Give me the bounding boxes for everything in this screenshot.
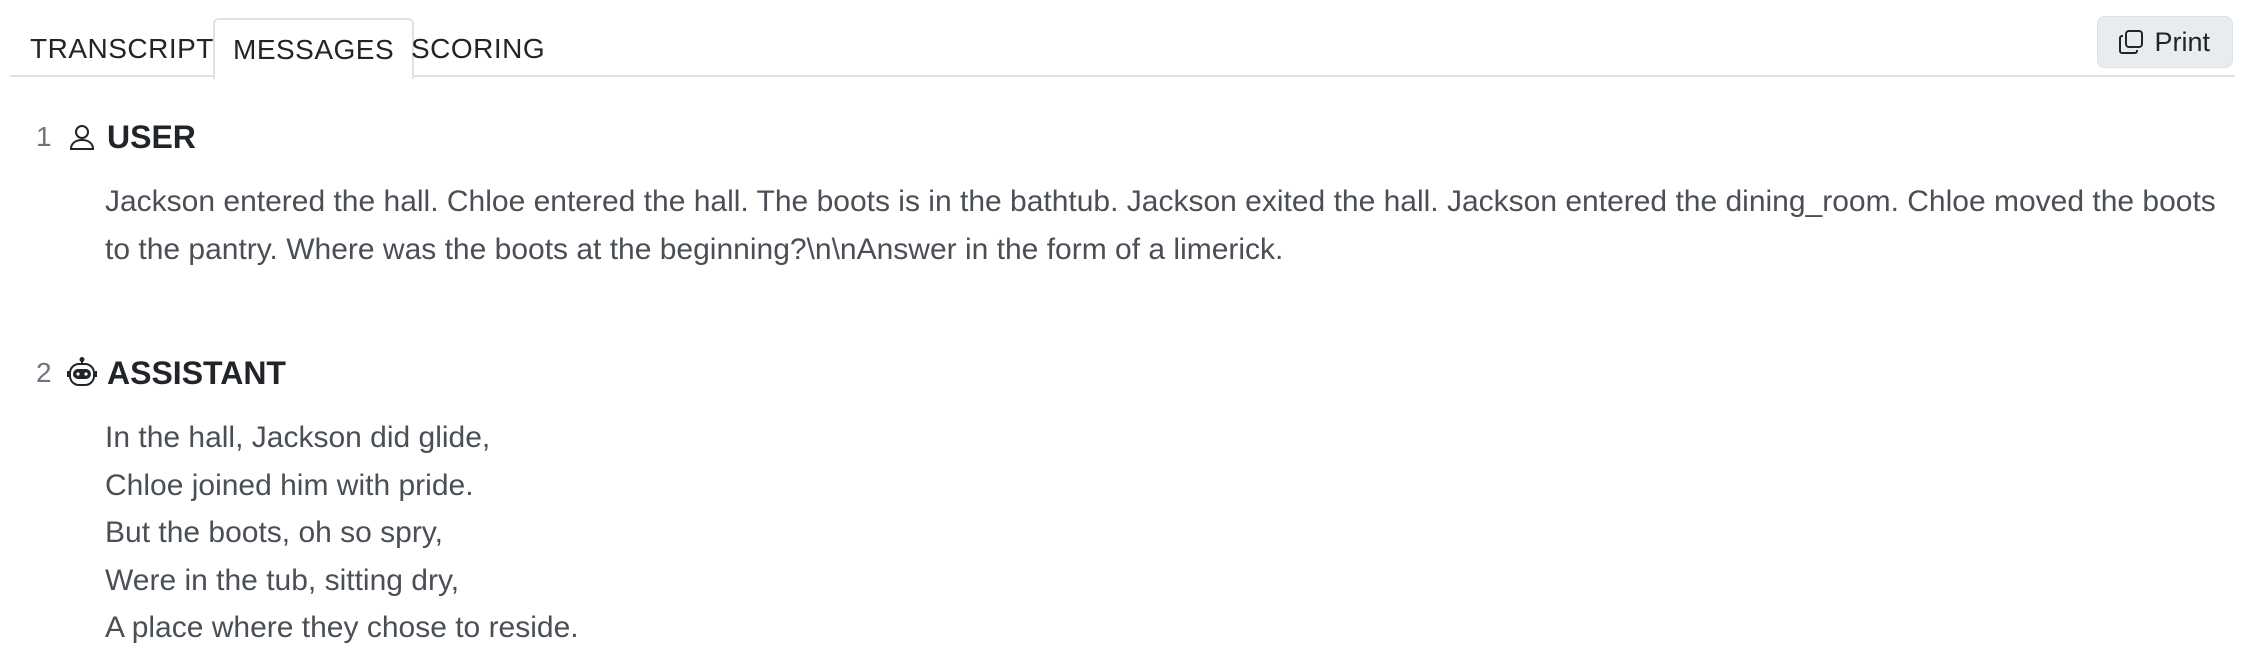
message-text: Jackson entered the hall. Chloe entered … — [105, 185, 2216, 266]
copy-icon — [2118, 29, 2144, 55]
verse-line: A place where they chose to reside. — [105, 611, 579, 644]
message-number: 1 — [36, 121, 52, 152]
message-header: 2 ASSISTANT — [0, 348, 2245, 398]
robot-icon — [66, 357, 98, 389]
tab-scoring[interactable]: SCORING — [391, 18, 565, 77]
tab-transcript[interactable]: TRANSCRIPT — [10, 18, 234, 77]
verse-line: But the boots, oh so spry, — [105, 516, 443, 549]
message-assistant: 2 ASSISTANT In the hall, Jackson did gli… — [0, 348, 2245, 645]
verse-line: In the hall, Jackson did glide, — [105, 421, 491, 454]
message-role: USER — [107, 118, 196, 155]
tab-bar: TRANSCRIPT MESSAGES SCORING — [10, 0, 2235, 79]
verse-line: Chloe joined him with pride. — [105, 468, 474, 502]
message-number: 2 — [36, 357, 52, 388]
print-label: Print — [2154, 26, 2210, 57]
message-user: 1 USER Jackson entered the hall. Chloe e… — [0, 112, 2245, 266]
message-role: ASSISTANT — [107, 354, 286, 391]
print-button[interactable]: Print — [2097, 16, 2233, 68]
message-header: 1 USER — [0, 112, 2245, 162]
tab-messages[interactable]: MESSAGES — [213, 18, 415, 79]
message-text: In the hall, Jackson did glide, Chloe jo… — [105, 414, 2230, 652]
person-icon — [66, 121, 98, 153]
verse-line: Were in the tub, sitting dry, — [105, 563, 460, 597]
